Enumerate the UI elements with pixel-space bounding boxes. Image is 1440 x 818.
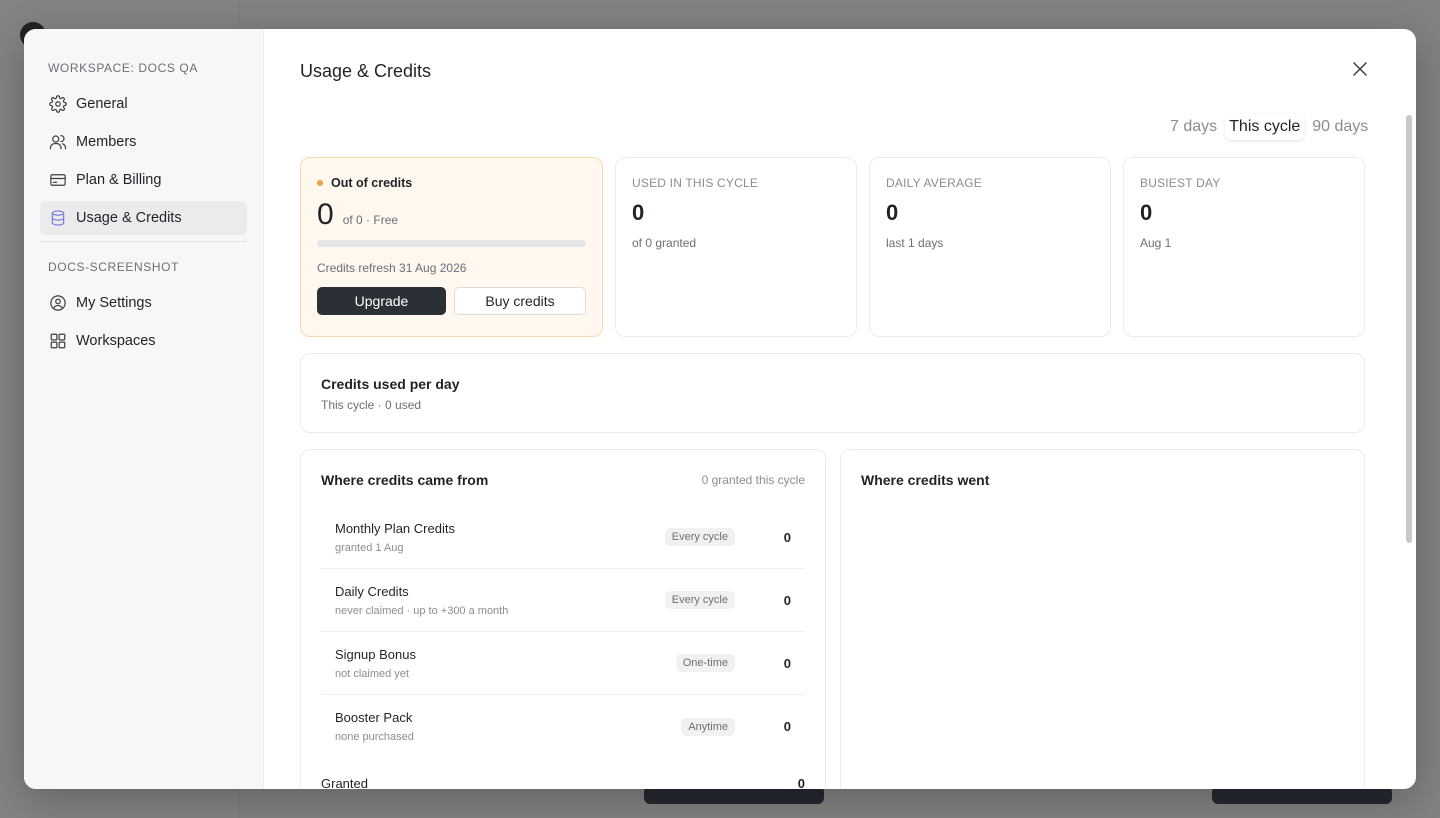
list-item: Monthly Plan Credits granted 1 Aug Every… [321,506,805,569]
granted-value: 0 [797,776,805,789]
stat-label: DAILY AVERAGE [886,176,982,190]
stat-sub: of 0 granted [632,236,697,250]
stat-value: 0 [886,200,899,225]
sidebar-item-members[interactable]: Members [40,125,247,159]
stat-sub: last 1 days [886,236,944,250]
sidebar-item-label: General [76,96,128,112]
tab-this-cycle[interactable]: This cycle [1225,114,1305,140]
source-name: Daily Credits [335,583,409,599]
sidebar-item-label: My Settings [76,295,152,311]
list-item: Booster Pack none purchased Anytime 0 [321,695,805,758]
grid-icon [48,331,68,351]
scrollbar[interactable] [1406,115,1412,543]
card-subtitle: This cycle · 0 used [321,398,422,412]
status-dot [317,180,323,186]
frequency-badge: One-time [675,654,735,672]
sidebar-item-my-settings[interactable]: My Settings [40,286,247,320]
source-value: 0 [783,719,791,734]
close-icon [1351,60,1369,83]
list-item: Daily Credits never claimed · up to +300… [321,569,805,632]
card-title: Where credits came from [321,472,489,488]
sidebar-item-label: Plan & Billing [76,172,162,188]
sidebar-item-label: Members [76,134,137,150]
buy-credits-button[interactable]: Buy credits [454,287,586,315]
stat-card-daily-average: DAILY AVERAGE 0 last 1 days [869,157,1111,337]
source-name: Signup Bonus [335,646,416,662]
status-label: Out of credits [331,176,413,190]
sidebar-item-general[interactable]: General [40,87,247,121]
source-name: Monthly Plan Credits [335,520,455,536]
users-icon [48,132,68,152]
settings-sidebar: WORKSPACE: DOCS QA General Members Plan … [24,29,264,789]
source-meta: not claimed yet [335,667,409,680]
sidebar-item-label: Workspaces [76,333,156,349]
source-value: 0 [783,592,791,608]
refresh-date: Credits refresh 31 Aug 2026 [317,261,467,275]
frequency-badge: Anytime [681,717,735,736]
granted-label: Granted [321,776,368,789]
sidebar-item-label: Usage & Credits [76,210,182,226]
stat-label: BUSIEST DAY [1140,176,1221,190]
usage-main-panel: Usage & Credits 7 days This cycle 90 day… [264,29,1416,789]
credits-usage-card: Where credits went [840,449,1365,789]
gear-icon [48,94,68,114]
stat-value: 0 [1140,200,1153,225]
stat-value: 0 [632,200,645,225]
source-name: Booster Pack [335,710,413,725]
stat-label: USED IN THIS CYCLE [632,176,759,190]
card-title: Credits used per day [321,376,460,392]
close-button[interactable] [1348,59,1372,83]
credits-per-day-card: Credits used per day This cycle · 0 used [300,353,1365,433]
settings-modal: WORKSPACE: DOCS QA General Members Plan … [24,29,1416,789]
credit-card-icon [48,170,68,190]
upgrade-button[interactable]: Upgrade [317,287,446,315]
stat-card-used: USED IN THIS CYCLE 0 of 0 granted [615,157,857,337]
credits-source-card: Where credits came from 0 granted this c… [300,449,826,789]
source-value: 0 [783,529,791,545]
user-circle-icon [48,293,68,313]
sidebar-divider [40,241,247,242]
database-icon [48,208,68,228]
source-meta: none purchased [335,731,414,743]
card-title: Where credits went [861,472,990,488]
page-title: Usage & Credits [300,61,432,81]
stat-card-busiest-day: BUSIEST DAY 0 Aug 1 [1123,157,1365,337]
credit-balance: 0 [317,198,334,231]
frequency-badge: Every cycle [664,528,735,546]
source-meta: never claimed · up to +300 a month [335,604,509,617]
source-meta: granted 1 Aug [335,541,404,554]
sidebar-item-usage-credits[interactable]: Usage & Credits [40,201,247,235]
workspace-heading: WORKSPACE: DOCS QA [48,61,198,75]
tab-7-days[interactable]: 7 days [1166,114,1221,140]
date-range-tabs: 7 days This cycle 90 days [1166,114,1372,140]
account-heading: DOCS-SCREENSHOT [48,260,180,274]
sidebar-item-workspaces[interactable]: Workspaces [40,324,247,358]
granted-total-row: Granted 0 [321,776,805,789]
credit-progress-bar [317,240,586,247]
source-value: 0 [783,655,791,671]
granted-summary: 0 granted this cycle [701,473,805,487]
credit-status-card: Out of credits 0 of 0 · Free Credits ref… [300,157,603,337]
stat-sub: Aug 1 [1140,236,1172,250]
sidebar-item-plan-billing[interactable]: Plan & Billing [40,163,247,197]
tab-90-days[interactable]: 90 days [1308,114,1372,140]
list-item: Signup Bonus not claimed yet One-time 0 [321,632,805,695]
frequency-badge: Every cycle [664,591,735,609]
credit-source-list: Monthly Plan Credits granted 1 Aug Every… [321,506,805,758]
credit-plan-text: of 0 · Free [342,213,399,227]
